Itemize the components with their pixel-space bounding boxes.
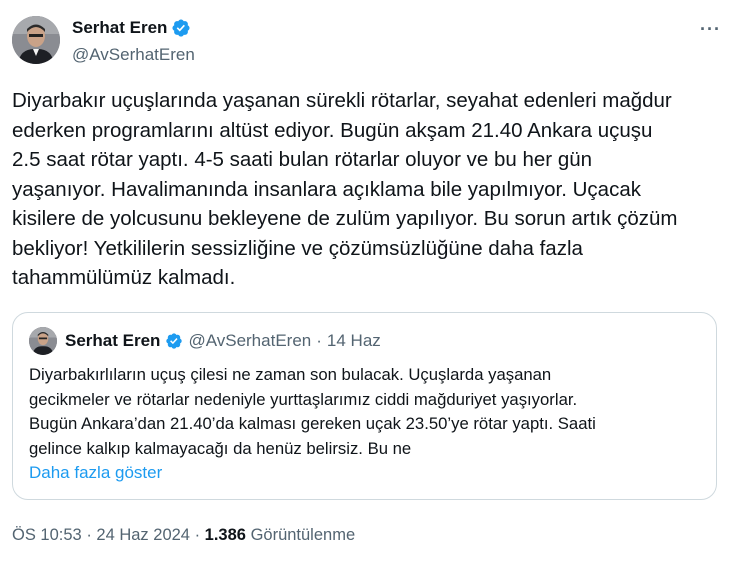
separator-dot: ·	[316, 331, 322, 350]
tweet-meta: ÖS 10:53 · 24 Haz 2024 · 1.386 Görüntüle…	[12, 526, 355, 545]
views-count: 1.386	[204, 526, 246, 544]
verified-badge-icon	[172, 19, 190, 37]
author-name[interactable]: Serhat Eren	[72, 18, 167, 38]
quoted-header: Serhat Eren @AvSerhatEren · 14 Haz	[65, 331, 381, 351]
tweet-date[interactable]: 24 Haz 2024	[96, 526, 190, 544]
quoted-tweet[interactable]: Serhat Eren @AvSerhatEren · 14 Haz Diyar…	[12, 312, 717, 500]
quoted-author-avatar	[29, 327, 57, 355]
tweet-time[interactable]: ÖS 10:53	[12, 526, 82, 544]
quoted-text: Diyarbakırlıların uçuş çilesi ne zaman s…	[29, 365, 596, 458]
separator-dot: ·	[194, 526, 201, 544]
show-more-link[interactable]: Daha fazla göster	[29, 463, 162, 483]
quoted-author-name: Serhat Eren	[65, 331, 161, 350]
quoted-handle: @AvSerhatEren	[188, 331, 312, 350]
verified-badge-icon	[166, 333, 183, 349]
author-avatar[interactable]	[12, 16, 60, 64]
author-handle[interactable]: @AvSerhatEren	[72, 45, 195, 65]
views-label: Görüntülenme	[250, 526, 356, 544]
more-icon[interactable]: ···	[700, 20, 721, 38]
author-name-row: Serhat Eren	[72, 18, 191, 38]
quoted-date[interactable]: 14 Haz	[327, 331, 381, 351]
tweet-text: Diyarbakır uçuşlarında yaşanan sürekli r…	[12, 89, 678, 289]
separator-dot: ·	[86, 526, 92, 544]
